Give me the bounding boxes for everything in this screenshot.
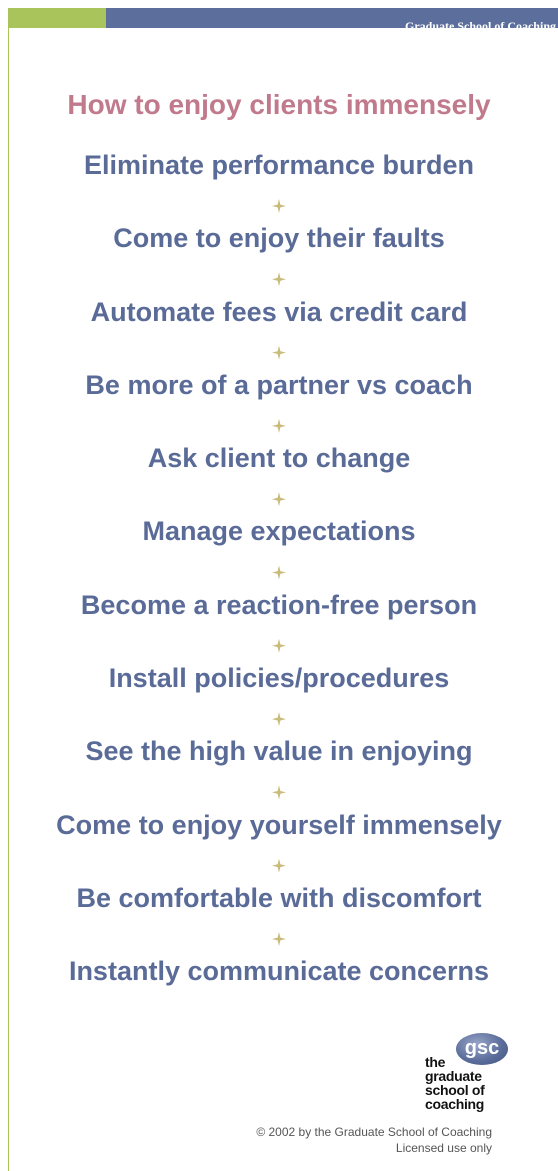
license-text: Licensed use only	[395, 1141, 492, 1155]
copyright-notice: © 2002 by the Graduate School of Coachin…	[256, 1124, 492, 1156]
tip-item: Install policies/procedures	[0, 656, 558, 729]
separator-star-icon	[272, 638, 286, 653]
tip-text: See the high value in enjoying	[85, 736, 473, 767]
separator-star-icon	[272, 345, 286, 360]
tip-item: Ask client to change	[0, 436, 558, 509]
gsc-logo-wordmark: the graduate school of coaching	[425, 1055, 485, 1111]
separator-star-icon	[272, 931, 286, 946]
separator-star-icon	[272, 565, 286, 580]
tip-item: See the high value in enjoying	[0, 729, 558, 802]
copyright-text: © 2002 by the Graduate School of Coachin…	[256, 1125, 492, 1139]
tip-item: Eliminate performance burden	[0, 143, 558, 216]
header-bar: Graduate School of Coaching	[106, 8, 558, 33]
tip-item: Be comfortable with discomfort	[0, 876, 558, 949]
tips-list: Eliminate performance burden Come to enjo…	[0, 143, 558, 1023]
tip-text: Automate fees via credit card	[90, 296, 468, 327]
logo-line: school of	[425, 1082, 485, 1098]
header-org-name: Graduate School of Coaching	[404, 19, 556, 33]
tip-item: Automate fees via credit card	[0, 290, 558, 363]
separator-star-icon	[272, 418, 286, 433]
logo-line: coaching	[425, 1096, 485, 1112]
separator-star-icon	[272, 272, 286, 287]
separator-star-icon	[272, 858, 286, 873]
separator-star-icon	[272, 492, 286, 507]
tip-text: Instantly communicate concerns	[68, 956, 490, 987]
logo-line: the	[425, 1054, 446, 1070]
separator-star-icon	[272, 785, 286, 800]
tip-text: Become a reaction-free person	[80, 589, 478, 620]
tip-text: Eliminate performance burden	[83, 150, 475, 180]
header-green-block	[8, 8, 106, 28]
tip-item: Come to enjoy yourself immensely	[0, 803, 558, 876]
tip-item: Manage expectations	[0, 509, 558, 582]
tip-item: Be more of a partner vs coach	[0, 363, 558, 436]
separator-star-icon	[272, 199, 286, 213]
separator-star-icon	[272, 712, 286, 727]
tip-text: Manage expectations	[142, 516, 416, 547]
tip-text: Install policies/procedures	[108, 663, 450, 694]
tip-item: Instantly communicate concerns	[0, 949, 558, 1022]
tip-item: Come to enjoy their faults	[0, 216, 558, 289]
tip-text: Be comfortable with discomfort	[76, 882, 482, 913]
tip-text: Come to enjoy yourself immensely	[56, 809, 502, 840]
tip-item: Become a reaction-free person	[0, 583, 558, 656]
logo-line: graduate	[425, 1068, 482, 1084]
page-title: How to enjoy clients immensely	[67, 89, 491, 120]
tip-text: Come to enjoy their faults	[113, 223, 445, 254]
tip-text: Ask client to change	[147, 443, 411, 474]
tip-text: Be more of a partner vs coach	[85, 369, 473, 400]
